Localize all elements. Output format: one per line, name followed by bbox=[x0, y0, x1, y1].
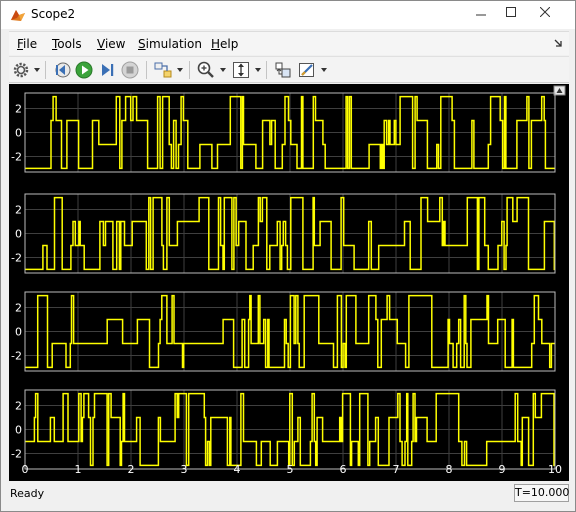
stop-icon[interactable] bbox=[120, 60, 140, 80]
y-tick-label: 0 bbox=[15, 228, 22, 241]
y-tick-label: 0 bbox=[15, 424, 22, 437]
x-tick-label: 4 bbox=[234, 463, 241, 476]
y-tick-label: -2 bbox=[11, 447, 22, 460]
x-tick-label: 7 bbox=[393, 463, 400, 476]
close-button[interactable] bbox=[531, 1, 559, 23]
toolbar-separator bbox=[266, 61, 267, 79]
status-bar: Ready T=10.000 bbox=[9, 482, 569, 504]
toolbar-separator bbox=[45, 61, 46, 79]
y-tick-label: 2 bbox=[15, 204, 22, 217]
x-tick-label: 9 bbox=[499, 463, 506, 476]
scale-axes-icon[interactable] bbox=[231, 60, 251, 80]
maximize-button[interactable] bbox=[497, 1, 525, 23]
x-tick-label: 5 bbox=[287, 463, 294, 476]
scale-dropdown-icon[interactable] bbox=[255, 68, 261, 72]
zoom-in-icon[interactable] bbox=[196, 60, 216, 80]
scope-plots[interactable]: -202-202-202-2020 1 2 3 4 5 6 7 8 9 10 bbox=[9, 84, 569, 481]
x-tick-label: 6 bbox=[340, 463, 347, 476]
zoom-dropdown-icon[interactable] bbox=[220, 68, 226, 72]
y-tick-label: -2 bbox=[11, 150, 22, 163]
settings-icon[interactable] bbox=[11, 60, 31, 80]
dock-arrow-icon[interactable] bbox=[554, 39, 563, 48]
highlight-block-icon[interactable] bbox=[153, 60, 173, 80]
minimize-icon bbox=[476, 14, 486, 16]
minimize-button[interactable] bbox=[467, 1, 495, 23]
toolbar-separator bbox=[146, 61, 147, 79]
measurements-dropdown-icon[interactable] bbox=[321, 68, 327, 72]
y-tick-label: 2 bbox=[15, 400, 22, 413]
menu-tools[interactable]: Tools bbox=[52, 37, 82, 51]
highlight-dropdown-icon[interactable] bbox=[177, 68, 183, 72]
scope-display[interactable]: -2 0 2 -2 0 2 -2 0 2 -2 0 2 0 1 2 3 4 5 6 7 8 9 10 bbox=[9, 84, 569, 481]
y-tick-label: 2 bbox=[15, 302, 22, 315]
x-tick-label: 3 bbox=[181, 463, 188, 476]
window-title: Scope2 bbox=[31, 7, 76, 21]
maximize-icon bbox=[506, 7, 516, 17]
y-tick-label: 0 bbox=[15, 326, 22, 339]
settings-dropdown-icon[interactable] bbox=[34, 68, 40, 72]
status-text: Ready bbox=[10, 487, 45, 500]
x-tick-label: 1 bbox=[75, 463, 82, 476]
matlab-icon bbox=[11, 10, 25, 21]
toolbar-separator bbox=[189, 61, 190, 79]
x-tick-label: 2 bbox=[128, 463, 135, 476]
menu-file[interactable]: File bbox=[17, 37, 37, 51]
measurements-icon[interactable] bbox=[297, 60, 317, 80]
x-tick-label: 0 bbox=[22, 463, 29, 476]
y-tick-label: 2 bbox=[15, 103, 22, 116]
toolbar bbox=[9, 56, 569, 83]
y-tick-label: -2 bbox=[11, 349, 22, 362]
menu-view[interactable]: View bbox=[97, 37, 125, 51]
y-tick-label: 0 bbox=[15, 127, 22, 140]
close-icon bbox=[540, 7, 550, 17]
x-tick-label: 10 bbox=[548, 463, 562, 476]
x-tick-label: 8 bbox=[446, 463, 453, 476]
step-forward-icon[interactable] bbox=[97, 60, 117, 80]
step-back-icon[interactable] bbox=[52, 60, 72, 80]
menu-help[interactable]: Help bbox=[211, 37, 238, 51]
run-icon[interactable] bbox=[74, 60, 94, 80]
title-bar[interactable]: Scope2 bbox=[1, 1, 575, 29]
simulation-time: T=10.000 bbox=[514, 484, 569, 502]
menu-bar: File Tools View Simulation Help bbox=[9, 31, 569, 55]
scope-window: Scope2 File Tools View Simulation Help -… bbox=[0, 0, 576, 512]
menu-simulation[interactable]: Simulation bbox=[138, 37, 202, 51]
restore-view-icon[interactable] bbox=[273, 60, 293, 80]
y-tick-label: -2 bbox=[11, 251, 22, 264]
